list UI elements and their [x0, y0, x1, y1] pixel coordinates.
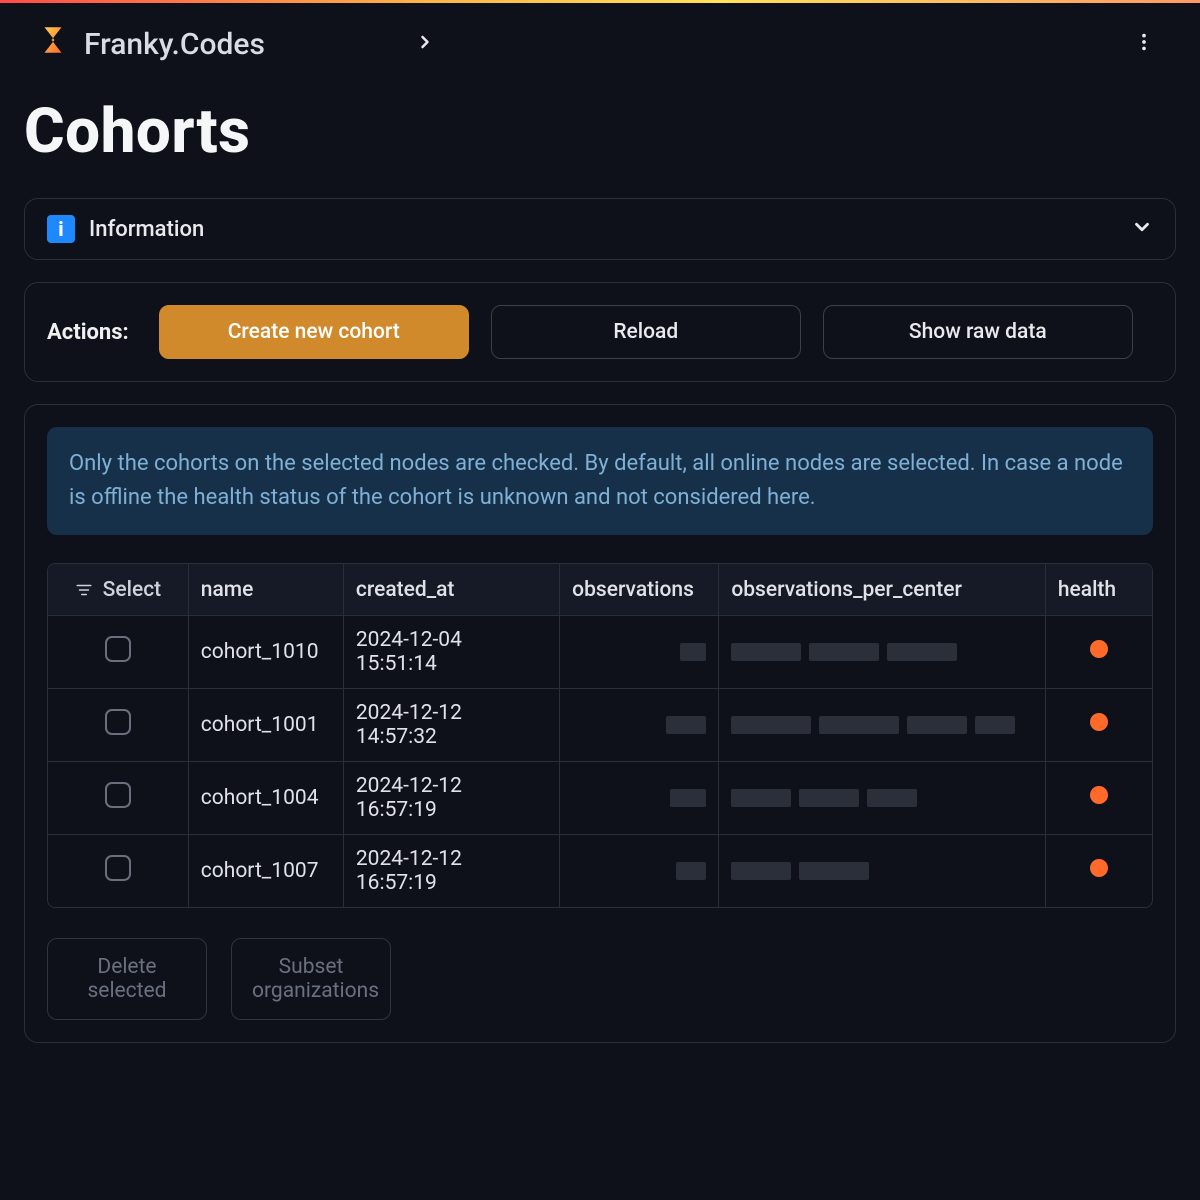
- footer-actions: Delete selected Subset organizations: [47, 938, 1153, 1020]
- show-raw-data-button[interactable]: Show raw data: [823, 305, 1133, 359]
- cell-observations-per-center: [719, 689, 1046, 762]
- filter-icon[interactable]: [75, 581, 93, 599]
- information-panel: i Information: [24, 198, 1176, 260]
- cell-health: [1046, 835, 1152, 907]
- cell-health: [1046, 689, 1152, 762]
- health-warning-icon: [1090, 713, 1108, 731]
- cell-health: [1046, 762, 1152, 835]
- column-header-observations-per-center[interactable]: observations_per_center: [719, 564, 1046, 616]
- subset-organizations-button[interactable]: Subset organizations: [231, 938, 391, 1020]
- column-header-observations[interactable]: observations: [560, 564, 719, 616]
- page-title: Cohorts: [0, 75, 1200, 198]
- cohorts-table: Select name created_at observations obse…: [47, 563, 1153, 908]
- cohorts-table-panel: Only the cohorts on the selected nodes a…: [24, 404, 1176, 1043]
- table-row: cohort_1007 2024-12-12 16:57:19: [48, 835, 1152, 907]
- column-header-name[interactable]: name: [189, 564, 344, 616]
- health-warning-icon: [1090, 640, 1108, 658]
- row-checkbox[interactable]: [105, 782, 131, 808]
- health-warning-icon: [1090, 859, 1108, 877]
- column-header-created-at[interactable]: created_at: [344, 564, 560, 616]
- create-new-cohort-button[interactable]: Create new cohort: [159, 305, 469, 359]
- chevron-right-icon: [415, 32, 435, 56]
- brand-logo[interactable]: Franky.Codes: [36, 23, 265, 65]
- cell-created-at: 2024-12-04 15:51:14: [344, 616, 560, 689]
- cell-name: cohort_1010: [189, 616, 344, 689]
- actions-panel: Actions: Create new cohort Reload Show r…: [24, 282, 1176, 382]
- information-expander[interactable]: i Information: [25, 199, 1175, 259]
- column-header-health[interactable]: health: [1046, 564, 1152, 616]
- cell-created-at: 2024-12-12 14:57:32: [344, 689, 560, 762]
- row-checkbox[interactable]: [105, 709, 131, 735]
- cell-observations: [560, 762, 719, 835]
- cell-observations: [560, 835, 719, 907]
- breadcrumb-expand-button[interactable]: [411, 30, 439, 58]
- table-row: cohort_1001 2024-12-12 14:57:32: [48, 689, 1152, 762]
- cell-name: cohort_1007: [189, 835, 344, 907]
- health-warning-icon: [1090, 786, 1108, 804]
- table-row: cohort_1004 2024-12-12 16:57:19: [48, 762, 1152, 835]
- cell-health: [1046, 616, 1152, 689]
- row-checkbox[interactable]: [105, 636, 131, 662]
- cell-name: cohort_1004: [189, 762, 344, 835]
- actions-label: Actions:: [47, 320, 129, 345]
- row-checkbox[interactable]: [105, 855, 131, 881]
- cell-created-at: 2024-12-12 16:57:19: [344, 835, 560, 907]
- information-label: Information: [89, 217, 204, 242]
- cell-observations-per-center: [719, 762, 1046, 835]
- cell-observations-per-center: [719, 835, 1046, 907]
- cell-created-at: 2024-12-12 16:57:19: [344, 762, 560, 835]
- info-notice: Only the cohorts on the selected nodes a…: [47, 427, 1153, 535]
- cell-observations: [560, 689, 719, 762]
- chevron-down-icon: [1131, 216, 1153, 242]
- vertical-dots-icon: [1133, 31, 1155, 57]
- delete-selected-button[interactable]: Delete selected: [47, 938, 207, 1020]
- topbar: Franky.Codes: [0, 3, 1200, 75]
- cell-observations: [560, 616, 719, 689]
- brand-name: Franky.Codes: [84, 27, 265, 62]
- info-icon: i: [47, 215, 75, 243]
- overflow-menu-button[interactable]: [1124, 24, 1164, 64]
- reload-button[interactable]: Reload: [491, 305, 801, 359]
- brand-logo-icon: [36, 23, 70, 65]
- column-header-select[interactable]: Select: [103, 578, 162, 602]
- cell-observations-per-center: [719, 616, 1046, 689]
- table-row: cohort_1010 2024-12-04 15:51:14: [48, 616, 1152, 689]
- cell-name: cohort_1001: [189, 689, 344, 762]
